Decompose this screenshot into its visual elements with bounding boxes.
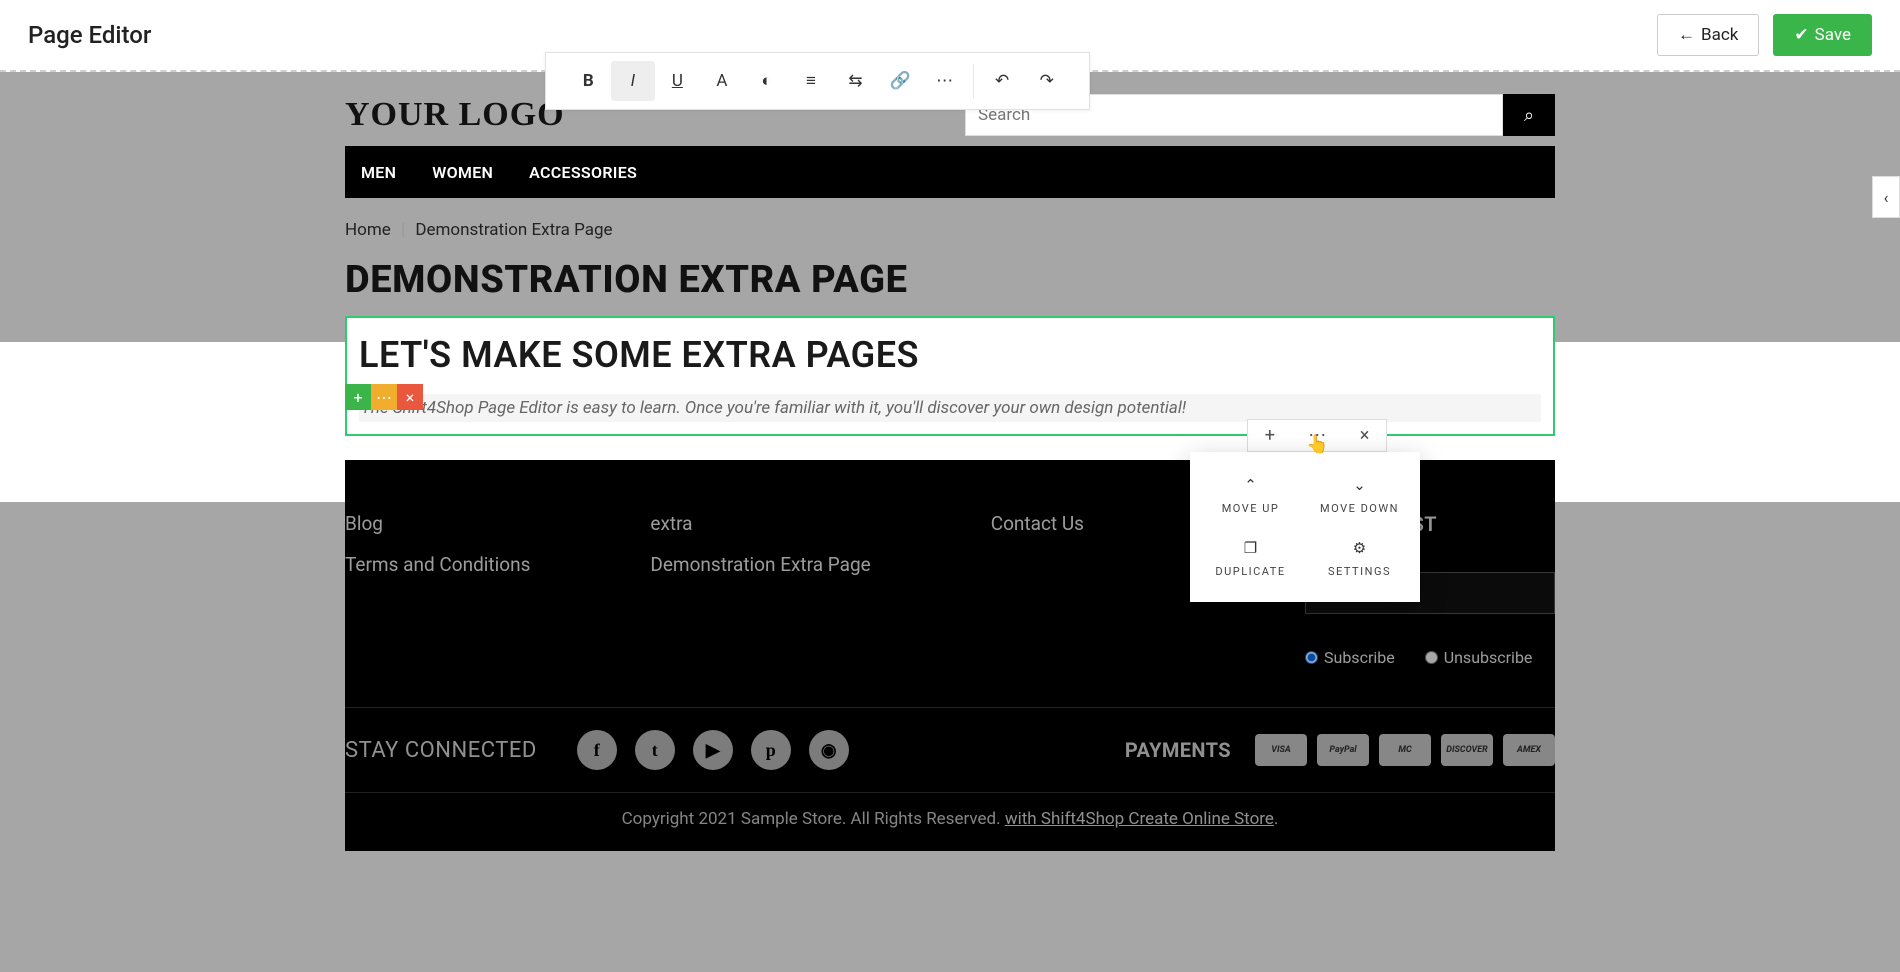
unsubscribe-option[interactable]: Unsubscribe xyxy=(1425,648,1533,667)
settings-label: SETTINGS xyxy=(1328,565,1391,578)
block-body[interactable]: The Shift4Shop Page Editor is easy to le… xyxy=(359,394,1541,422)
block-more-button[interactable]: ⋯ xyxy=(371,384,397,410)
ctx-add-button[interactable]: + xyxy=(1265,425,1275,446)
facebook-icon[interactable]: f xyxy=(577,730,617,770)
settings-button[interactable]: ⚙ SETTINGS xyxy=(1305,527,1414,590)
footer-link-terms[interactable]: Terms and Conditions xyxy=(345,553,530,576)
footer-strip: STAY CONNECTED f t ▶ p ◉ PAYMENTS VISA P… xyxy=(345,708,1555,792)
twitter-icon[interactable]: t xyxy=(635,730,675,770)
nav-women[interactable]: WOMEN xyxy=(432,163,493,182)
move-up-label: MOVE UP xyxy=(1222,502,1280,515)
search-icon: ⌕ xyxy=(1524,105,1534,126)
gear-icon: ⚙ xyxy=(1353,539,1366,557)
nav-accessories[interactable]: ACCESSORIES xyxy=(529,163,637,182)
copyright: Copyright 2021 Sample Store. All Rights … xyxy=(345,793,1555,829)
font-button[interactable]: A xyxy=(700,61,745,101)
card-amex: AMEX xyxy=(1503,734,1555,766)
footer-link-extra[interactable]: extra xyxy=(650,512,870,535)
stay-connected-label: STAY CONNECTED xyxy=(345,738,537,763)
card-discover: DISCOVER xyxy=(1441,734,1493,766)
payments-label: PAYMENTS xyxy=(1125,738,1231,762)
chevron-up-icon: ⌃ xyxy=(1244,476,1257,494)
editable-text-block[interactable]: LET'S MAKE SOME EXTRA PAGES The Shift4Sh… xyxy=(345,316,1555,436)
italic-button[interactable]: I xyxy=(611,61,656,101)
footer-col-2: extra Demonstration Extra Page xyxy=(650,512,870,667)
back-button[interactable]: ← Back xyxy=(1657,14,1759,56)
instagram-icon[interactable]: ◉ xyxy=(809,730,849,770)
ctx-more-button[interactable]: ⋯ xyxy=(1308,425,1326,446)
main-nav: MEN WOMEN ACCESSORIES xyxy=(345,146,1555,198)
footer-link-demo[interactable]: Demonstration Extra Page xyxy=(650,553,870,576)
breadcrumb: Home | Demonstration Extra Page xyxy=(345,198,1555,258)
subscribe-radio[interactable] xyxy=(1305,651,1318,664)
logo: YOUR LOGO xyxy=(345,96,565,134)
footer-col-3: Contact Us xyxy=(991,512,1084,667)
dots-icon: ⋯ xyxy=(376,388,392,407)
card-visa: VISA xyxy=(1255,734,1307,766)
contrast-button[interactable]: ◐ xyxy=(744,61,789,101)
move-up-button[interactable]: ⌃ MOVE UP xyxy=(1196,464,1305,527)
site-page-title: DEMONSTRATION EXTRA PAGE xyxy=(345,258,1555,312)
bold-button[interactable]: B xyxy=(566,61,611,101)
footer-link-blog[interactable]: Blog xyxy=(345,512,530,535)
arrow-left-icon: ← xyxy=(1678,25,1695,45)
block-delete-button[interactable]: × xyxy=(397,384,423,410)
block-tools: + ⋯ × xyxy=(345,384,423,410)
search-button[interactable]: ⌕ xyxy=(1503,94,1555,136)
redo-button[interactable]: ↷ xyxy=(1024,61,1069,101)
breadcrumb-home[interactable]: Home xyxy=(345,220,391,240)
subscribe-option[interactable]: Subscribe xyxy=(1305,648,1395,667)
duplicate-label: DUPLICATE xyxy=(1215,565,1285,578)
more-button[interactable]: ⋯ xyxy=(922,61,967,101)
undo-button[interactable]: ↶ xyxy=(980,61,1025,101)
nav-men[interactable]: MEN xyxy=(361,163,396,182)
context-bar: + ⋯ × xyxy=(1247,419,1387,452)
footer-col-1: Blog Terms and Conditions xyxy=(345,512,530,667)
plus-icon: + xyxy=(353,388,362,407)
canvas: YOUR LOGO ⌕ MEN WOMEN ACCESSORIES Home |… xyxy=(0,72,1900,851)
chevron-down-icon: ⌄ xyxy=(1353,476,1366,494)
youtube-icon[interactable]: ▶ xyxy=(693,730,733,770)
save-button[interactable]: ✔ Save xyxy=(1773,14,1872,56)
side-panel-toggle[interactable]: ‹ xyxy=(1872,176,1900,218)
context-panel: ⌃ MOVE UP ⌄ MOVE DOWN ❐ DUPLICATE ⚙ SETT… xyxy=(1190,452,1420,602)
payments: PAYMENTS VISA PayPal MC DISCOVER AMEX xyxy=(1125,734,1555,766)
align-button[interactable]: ≡ xyxy=(789,61,834,101)
duplicate-button[interactable]: ❐ DUPLICATE xyxy=(1196,527,1305,590)
breadcrumb-sep: | xyxy=(401,220,405,240)
block-heading[interactable]: LET'S MAKE SOME EXTRA PAGES xyxy=(359,334,1541,376)
move-down-button[interactable]: ⌄ MOVE DOWN xyxy=(1305,464,1414,527)
social-icons: f t ▶ p ◉ xyxy=(577,730,849,770)
page-title: Page Editor xyxy=(28,21,151,49)
back-label: Back xyxy=(1701,25,1738,45)
save-label: Save xyxy=(1815,25,1851,45)
topbar-actions: ← Back ✔ Save xyxy=(1657,14,1872,56)
card-mastercard: MC xyxy=(1379,734,1431,766)
separator xyxy=(973,64,974,98)
unsubscribe-radio[interactable] xyxy=(1425,651,1438,664)
ctx-close-button[interactable]: × xyxy=(1360,425,1370,446)
copyright-link[interactable]: with Shift4Shop Create Online Store xyxy=(1005,809,1274,829)
link-button[interactable]: 🔗 xyxy=(878,61,923,101)
breadcrumb-current: Demonstration Extra Page xyxy=(415,220,612,240)
card-paypal: PayPal xyxy=(1317,734,1369,766)
indent-button[interactable]: ⇆ xyxy=(833,61,878,101)
rte-toolbar: B I U A ◐ ≡ ⇆ 🔗 ⋯ ↶ ↷ xyxy=(545,52,1090,110)
pinterest-icon[interactable]: p xyxy=(751,730,791,770)
move-down-label: MOVE DOWN xyxy=(1320,502,1399,515)
footer-link-contact[interactable]: Contact Us xyxy=(991,512,1084,535)
block-add-button[interactable]: + xyxy=(345,384,371,410)
duplicate-icon: ❐ xyxy=(1244,539,1257,557)
underline-button[interactable]: U xyxy=(655,61,700,101)
close-icon: × xyxy=(406,388,415,407)
subscribe-radios: Subscribe Unsubscribe xyxy=(1305,648,1555,667)
check-icon: ✔ xyxy=(1794,25,1808,45)
